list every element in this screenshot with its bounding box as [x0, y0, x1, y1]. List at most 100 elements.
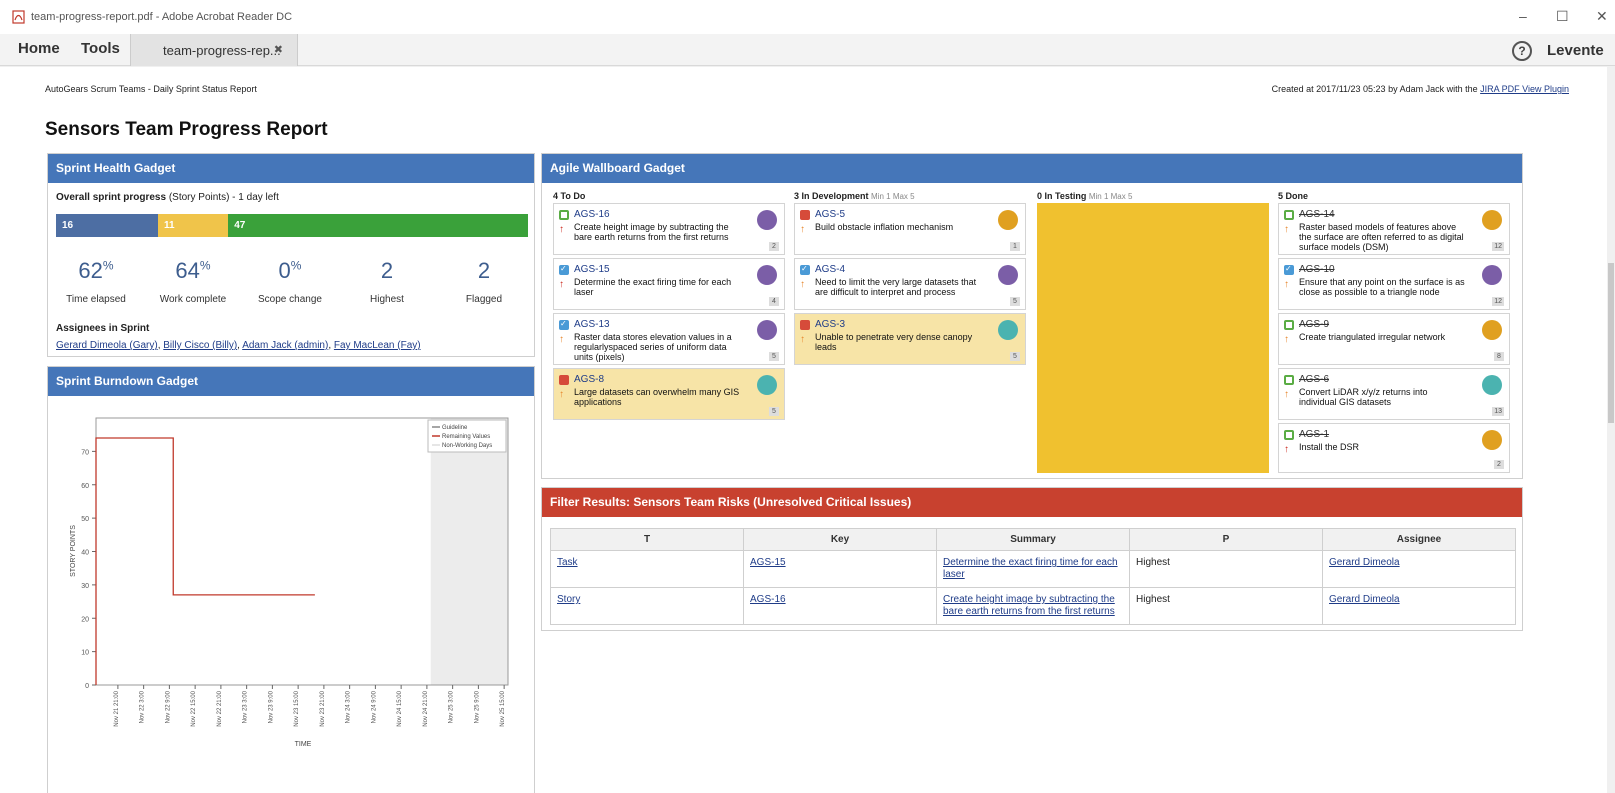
- burndown-title: Sprint Burndown Gadget: [48, 367, 534, 396]
- jira-plugin-link[interactable]: JIRA PDF View Plugin: [1480, 84, 1569, 94]
- document-tab[interactable]: team-progress-rep... ✖: [130, 34, 298, 66]
- y-tick-label: 0: [85, 683, 89, 690]
- issue-key[interactable]: AGS-10: [1299, 264, 1335, 275]
- help-icon[interactable]: ?: [1512, 41, 1532, 61]
- x-tick-label: Nov 21 21:00: [114, 690, 120, 726]
- bug-type-icon: [800, 210, 810, 220]
- assignee-avatar-icon: [757, 210, 777, 230]
- assignee-avatar-icon: [757, 265, 777, 285]
- issue-card[interactable]: ↑ AGS-4 Need to limit the very large datas…: [794, 258, 1026, 310]
- task-type-icon: [1284, 264, 1294, 275]
- report-header-right: Created at 2017/11/23 05:23 by Adam Jack…: [1272, 84, 1569, 94]
- sprint-stat: 0% Scope change: [242, 258, 338, 305]
- story-type-icon: [1284, 375, 1294, 385]
- issue-summary-link[interactable]: Create height image by subtracting the b…: [943, 594, 1115, 617]
- maximize-button[interactable]: ☐: [1556, 8, 1569, 25]
- priority-high-icon: ↑: [1284, 279, 1289, 290]
- column-header: Summary: [936, 528, 1130, 551]
- table-row: Task AGS-15 Determine the exact firing tim…: [550, 550, 1516, 588]
- sprint-health-title: Sprint Health Gadget: [48, 154, 534, 183]
- assignee-avatar-icon: [998, 265, 1018, 285]
- story-points-badge: 1: [1010, 242, 1020, 251]
- key-cell: AGS-16: [743, 587, 937, 625]
- sprint-stat: 2 Flagged: [436, 258, 532, 305]
- issue-key-link[interactable]: AGS-15: [750, 557, 786, 568]
- issue-key[interactable]: AGS-5: [815, 209, 845, 220]
- priority-high-icon: ↑: [800, 334, 805, 345]
- issue-card[interactable]: ↑ AGS-6 Convert LiDAR x/y/z returns into i…: [1278, 368, 1510, 420]
- assignees-title: Assignees in Sprint: [56, 323, 150, 334]
- issue-key[interactable]: AGS-16: [574, 209, 610, 220]
- close-tab-icon[interactable]: ✖: [274, 43, 283, 56]
- x-tick-label: Nov 23 15:00: [294, 690, 300, 726]
- issue-key[interactable]: AGS-15: [574, 264, 610, 275]
- scrollbar-thumb[interactable]: [1608, 263, 1614, 423]
- priority-highest-icon: ↑: [559, 279, 564, 290]
- issue-card[interactable]: ↑ AGS-13 Raster data stores elevation valu…: [553, 313, 785, 365]
- tools-tab[interactable]: Tools: [81, 40, 120, 57]
- issue-card[interactable]: ↑ AGS-1 Install the DSR 2: [1278, 423, 1510, 473]
- wallboard-column-title: 5 Done: [1278, 191, 1309, 201]
- user-menu[interactable]: Levente: [1547, 42, 1604, 59]
- app-toolbar: Home Tools team-progress-rep... ✖: [0, 34, 1615, 66]
- issue-type-link[interactable]: Story: [557, 594, 580, 605]
- y-tick-label: 20: [81, 616, 89, 623]
- close-window-button[interactable]: ✕: [1596, 8, 1608, 25]
- assignee-link[interactable]: Gerard Dimeola (Gary): [56, 340, 158, 351]
- sprint-health-gadget: Sprint Health Gadget Overall sprint prog…: [47, 153, 535, 357]
- sprint-stat: 64% Work complete: [145, 258, 241, 305]
- assignee-link[interactable]: Adam Jack (admin): [242, 340, 328, 351]
- issue-card[interactable]: ↑ AGS-15 Determine the exact firing time f…: [553, 258, 785, 310]
- issue-summary: Unable to penetrate very dense canopy le…: [815, 332, 973, 352]
- x-tick-label: Nov 24 15:00: [397, 690, 403, 726]
- issue-card[interactable]: ↑ AGS-8 Large datasets can overwhelm many …: [553, 368, 785, 420]
- remaining-values-line: [95, 437, 315, 685]
- filter-results-table: T Key Summary P Assignee Task AGS-15 Determine…: [550, 528, 1516, 625]
- issue-key[interactable]: AGS-9: [1299, 319, 1329, 330]
- report-title: Sensors Team Progress Report: [45, 119, 328, 140]
- issue-key[interactable]: AGS-3: [815, 319, 845, 330]
- wallboard-column-title: 4 To Do: [553, 191, 586, 201]
- stat-unit: %: [102, 258, 114, 273]
- story-points-badge: 5: [769, 407, 779, 416]
- assignee-link[interactable]: Gerard Dimeola: [1329, 557, 1400, 568]
- stat-unit: %: [290, 258, 302, 273]
- minimize-button[interactable]: –: [1519, 8, 1527, 24]
- issue-key[interactable]: AGS-13: [574, 319, 610, 330]
- issue-key[interactable]: AGS-1: [1299, 429, 1329, 440]
- story-points-badge: 2: [1494, 460, 1504, 469]
- home-tab[interactable]: Home: [18, 40, 60, 57]
- issue-key[interactable]: AGS-14: [1299, 209, 1335, 220]
- issue-card[interactable]: ↑ AGS-5 Build obstacle inflation mechanism…: [794, 203, 1026, 255]
- x-tick-label: Nov 23 9:00: [268, 690, 274, 723]
- issue-card[interactable]: ↑ AGS-16 Create height image by subtractin…: [553, 203, 785, 255]
- story-points-badge: 8: [1494, 352, 1504, 361]
- assignee-link[interactable]: Gerard Dimeola: [1329, 594, 1400, 605]
- issue-card[interactable]: ↑ AGS-14 Raster based models of features a…: [1278, 203, 1510, 255]
- stat-unit: %: [199, 258, 211, 273]
- issue-summary-link[interactable]: Determine the exact firing time for each…: [943, 557, 1118, 580]
- issue-summary: Large datasets can overwhelm many GIS ap…: [574, 387, 740, 407]
- issue-card[interactable]: ↑ AGS-10 Ensure that any point on the surf…: [1278, 258, 1510, 310]
- assignee-link[interactable]: Billy Cisco (Billy): [163, 340, 237, 351]
- document-tab-label: team-progress-rep...: [163, 43, 281, 58]
- issue-type-link[interactable]: Task: [557, 557, 578, 568]
- issue-key[interactable]: AGS-8: [574, 374, 604, 385]
- vertical-scrollbar[interactable]: [1607, 67, 1615, 793]
- issue-key[interactable]: AGS-6: [1299, 374, 1329, 385]
- issue-key-link[interactable]: AGS-16: [750, 594, 786, 605]
- assignee-link[interactable]: Fay MacLean (Fay): [334, 340, 421, 351]
- task-type-icon: [559, 319, 569, 330]
- assignee-avatar-icon: [1482, 430, 1502, 450]
- legend-label: Non-Working Days: [442, 443, 492, 449]
- issue-card[interactable]: ↑ AGS-3 Unable to penetrate very dense can…: [794, 313, 1026, 365]
- sprint-progress-bar: 16 11 47: [56, 214, 528, 237]
- priority-high-icon: ↑: [1284, 389, 1289, 400]
- stat-label: Time elapsed: [66, 294, 126, 305]
- y-tick-label: 60: [81, 483, 89, 490]
- y-axis-label: STORY POINTS: [70, 525, 77, 577]
- issue-summary: Build obstacle inflation mechanism: [815, 222, 954, 232]
- priority-high-icon: ↑: [559, 389, 564, 400]
- issue-key[interactable]: AGS-4: [815, 264, 845, 275]
- issue-card[interactable]: ↑ AGS-9 Create triangulated irregular netw…: [1278, 313, 1510, 365]
